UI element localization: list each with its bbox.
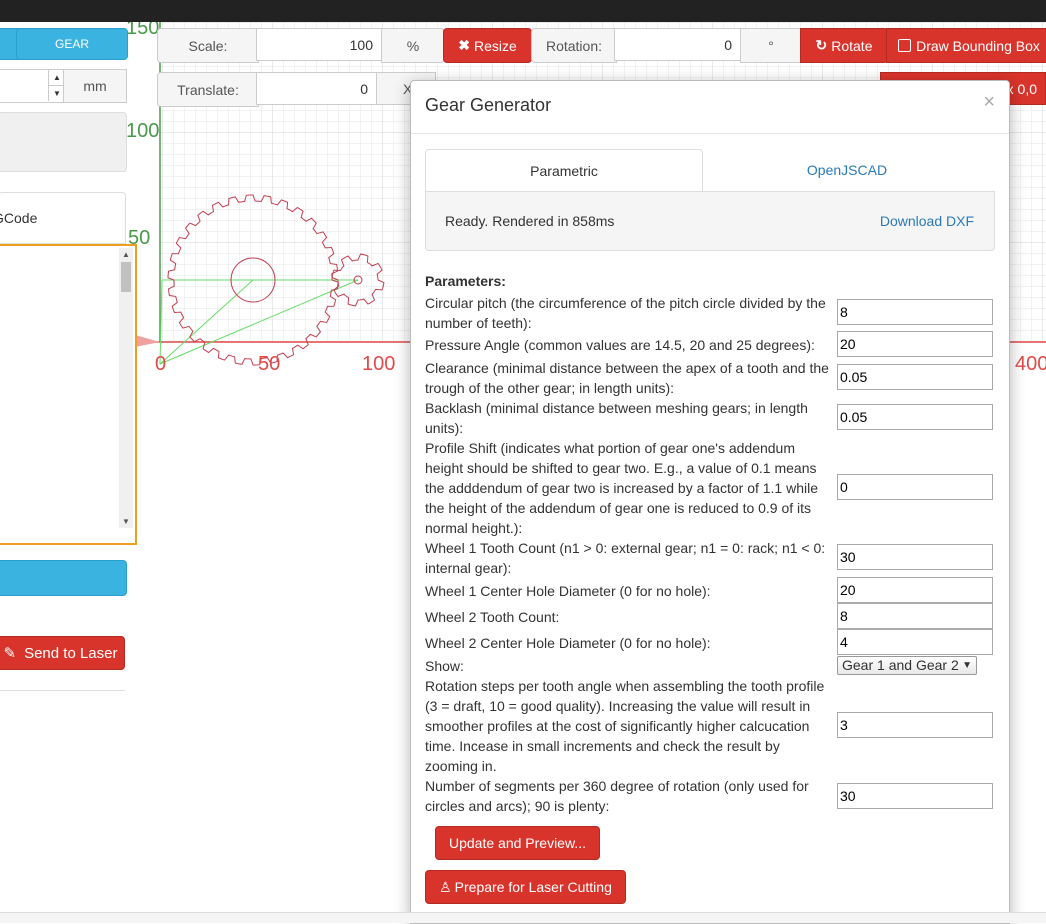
gear-generator-dialog: Gear Generator × Parametric OpenJSCAD Re…	[410, 80, 1010, 924]
x-tick-0: 0	[155, 353, 167, 375]
wheel1-hole-input[interactable]	[837, 577, 993, 603]
dialog-title: Gear Generator	[425, 95, 552, 115]
param-label: Clearance (minimal distance between the …	[425, 360, 829, 396]
circular-pitch-input[interactable]	[837, 299, 993, 325]
laser-person-icon: ♙	[439, 878, 452, 895]
show-select[interactable]: Gear 1 and Gear 2 ▼	[837, 656, 977, 675]
param-label: Profile Shift (indicates what portion of…	[425, 440, 819, 536]
goto-origin-label: x 0,0	[1006, 80, 1037, 97]
y-tick-150: 150	[126, 22, 160, 39]
segments-input[interactable]	[837, 783, 993, 809]
x-tick-50: 50	[258, 353, 281, 375]
left-panel-box	[0, 112, 127, 172]
gcode-header: GCode	[0, 192, 126, 244]
wheel2-hole-input[interactable]	[837, 629, 993, 655]
gcode-scrollbar[interactable]: ▲ ▼	[119, 248, 133, 528]
translate-label: Translate:	[157, 72, 259, 107]
prepare-laser-button[interactable]: ♙ Prepare for Laser Cutting	[425, 870, 626, 904]
param-label: Wheel 1 Center Hole Diameter (0 for no h…	[425, 583, 711, 599]
show-label: Show:	[425, 658, 464, 674]
status-panel: Ready. Rendered in 858ms Download DXF	[425, 191, 995, 251]
prepare-laser-label: Prepare for Laser Cutting	[454, 879, 612, 895]
param-label: Pressure Angle (common values are 14.5, …	[425, 337, 815, 353]
rotation-input[interactable]: 0	[614, 28, 741, 61]
rotation-steps-input[interactable]	[837, 712, 993, 738]
param-label: Wheel 2 Center Hole Diameter (0 for no h…	[425, 635, 711, 651]
size-input[interactable]: ▲ ▼	[0, 69, 66, 103]
degree-label: °	[740, 28, 802, 63]
laser-icon: ✎	[3, 645, 17, 662]
wheel1-teeth-input[interactable]	[837, 544, 993, 570]
download-dxf-link[interactable]: Download DXF	[880, 213, 974, 229]
tab-parametric[interactable]: Parametric	[425, 149, 703, 192]
gcode-textarea[interactable]: ▲ ▼	[0, 244, 137, 545]
guide-line	[159, 279, 163, 365]
guide-line	[159, 279, 359, 365]
backlash-input[interactable]	[837, 404, 993, 430]
bottom-status-bar	[0, 912, 1046, 923]
close-icon[interactable]: ×	[983, 91, 995, 114]
y-tick-100: 100	[126, 120, 160, 142]
x-tick-400: 400	[1015, 353, 1046, 375]
rotate-label: Rotate	[831, 37, 873, 54]
dropdown-arrow-icon: ▼	[962, 660, 972, 671]
param-label: Wheel 2 Tooth Count:	[425, 609, 560, 625]
generate-gcode-button[interactable]	[0, 560, 127, 596]
gear-tab[interactable]: GEAR	[16, 28, 128, 60]
unit-label: mm	[63, 69, 127, 103]
translate-x-input[interactable]: 0	[256, 72, 377, 105]
send-to-laser-label: Send to Laser	[24, 644, 118, 662]
parameters-header: Parameters:	[425, 273, 506, 289]
param-label: Circular pitch (the circumference of the…	[425, 295, 826, 331]
send-to-laser-button[interactable]: ✎ Send to Laser	[0, 636, 125, 670]
checkbox-icon	[898, 39, 912, 52]
update-preview-button[interactable]: Update and Preview...	[435, 826, 600, 860]
rotation-label: Rotation:	[531, 28, 617, 63]
rotate-button[interactable]: ↻ Rotate	[800, 28, 888, 63]
param-label: Wheel 1 Tooth Count (n1 > 0: external ge…	[425, 540, 826, 576]
draw-bounding-box-button[interactable]: Draw Bounding Box	[886, 28, 1046, 63]
resize-label: Resize	[473, 37, 517, 54]
param-label: Backlash (minimal distance between meshi…	[425, 400, 808, 436]
rotate-icon: ↻	[815, 37, 828, 53]
status-text: Ready. Rendered in 858ms	[445, 213, 615, 229]
draw-bbox-label: Draw Bounding Box	[916, 37, 1040, 54]
profile-shift-input[interactable]	[837, 474, 993, 500]
scroll-thumb[interactable]	[121, 262, 131, 292]
header-divider	[411, 133, 1009, 134]
scale-label: Scale:	[157, 28, 259, 63]
scroll-up-icon[interactable]: ▲	[122, 250, 130, 259]
pressure-angle-input[interactable]	[837, 331, 993, 357]
tab-openjscad[interactable]: OpenJSCAD	[701, 149, 993, 192]
show-select-value: Gear 1 and Gear 2	[842, 657, 959, 673]
divider	[0, 690, 125, 691]
resize-icon: ✖	[458, 37, 470, 53]
resize-button[interactable]: ✖ Resize	[443, 28, 532, 63]
scale-input[interactable]: 100	[256, 28, 382, 61]
param-label: Rotation steps per tooth angle when asse…	[425, 678, 825, 774]
gcode-label: GCode	[0, 210, 38, 226]
clearance-input[interactable]	[837, 364, 993, 390]
browser-top-bar	[0, 0, 1046, 22]
wheel2-teeth-input[interactable]	[837, 603, 993, 629]
param-label: Number of segments per 360 degree of rot…	[425, 778, 809, 814]
percent-label: %	[381, 28, 445, 63]
scroll-down-icon[interactable]: ▼	[122, 517, 130, 526]
x-tick-100: 100	[362, 353, 396, 375]
